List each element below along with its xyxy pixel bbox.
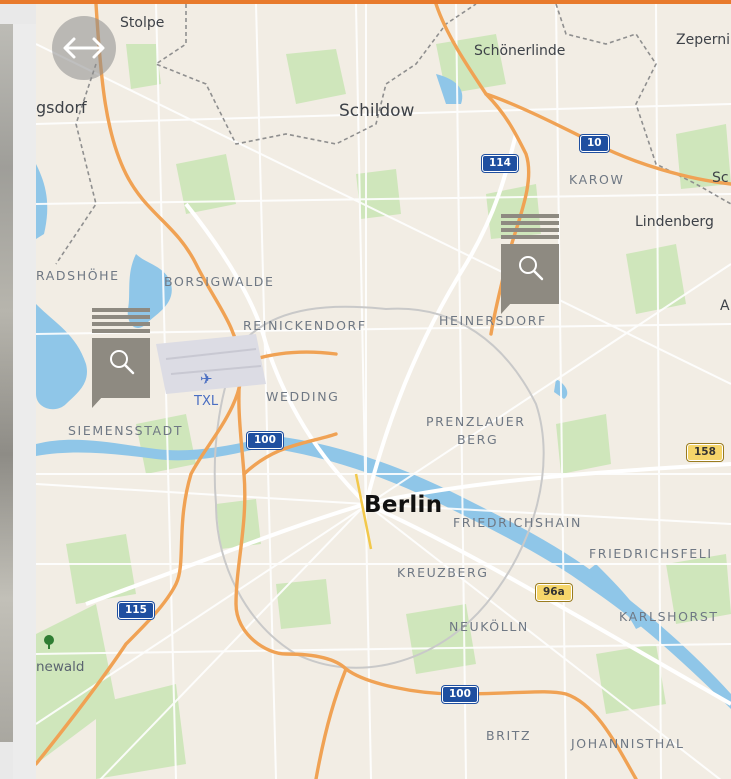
district-label-prenzlauer: PRENZLAUER (426, 414, 526, 429)
road-shield-96a: 96a (536, 584, 572, 601)
road-shield-100-south: 100 (442, 686, 478, 703)
district-label-karlshorst: KARLSHORST (619, 609, 719, 624)
road-shield-114: 114 (482, 155, 518, 172)
search-icon (519, 256, 544, 281)
district-label-siemensstadt: SIEMENSSTADT (68, 423, 184, 438)
town-label-lindenberg: Lindenberg (635, 214, 714, 230)
district-label-reinickendorf: REINICKENDORF (243, 318, 367, 333)
district-label-karow: KAROW (569, 172, 625, 187)
map-view[interactable]: Stolpe Schönerlinde Zeperni Schildow Lin… (36, 4, 731, 779)
town-label-schildow: Schildow (339, 101, 415, 121)
district-label-britz: BRITZ (486, 728, 532, 743)
marker-tail (92, 396, 114, 408)
marker-stripe (501, 221, 559, 225)
side-photo (0, 24, 13, 742)
search-marker-west[interactable] (92, 308, 150, 408)
marker-stripe (92, 315, 150, 319)
road-shield-100-north: 100 (247, 432, 283, 449)
swap-horizontal-button[interactable] (52, 16, 116, 80)
marker-stripe (92, 308, 150, 312)
city-label-berlin: Berlin (364, 492, 443, 518)
airport-label-txl: TXL (194, 394, 219, 409)
marker-stripe (92, 322, 150, 326)
search-marker-east[interactable] (501, 214, 559, 314)
town-label-sc: Sc (712, 170, 729, 186)
marker-tail (501, 302, 523, 314)
district-label-friedrichshain: FRIEDRICHSHAIN (453, 515, 582, 530)
road-shield-115: 115 (118, 602, 154, 619)
district-label-neukoelln: NEUKÖLLN (449, 619, 529, 634)
town-label-gsdorf: gsdorf (36, 98, 87, 117)
panel-divider (13, 24, 36, 779)
search-icon (110, 350, 135, 375)
district-label-borsigwalde: BORSIGWALDE (164, 274, 275, 289)
district-label-wedding: WEDDING (266, 389, 340, 404)
town-label-schoenerlinde: Schönerlinde (474, 43, 566, 59)
marker-stripe (501, 235, 559, 239)
left-panel (0, 4, 36, 779)
district-label-johannisthal: JOHANNISTHAL (571, 736, 685, 751)
marker-stripe (92, 329, 150, 333)
district-label-berg: BERG (457, 432, 499, 447)
road-shield-158: 158 (687, 444, 723, 461)
swap-horizontal-icon (63, 37, 105, 59)
town-label-stolpe: Stolpe (120, 15, 165, 31)
town-label-a: A (720, 298, 730, 314)
district-label-radshoehe: RADSHÖHE (36, 268, 120, 283)
airplane-icon: ✈ (200, 370, 213, 388)
marker-stripe (501, 214, 559, 218)
district-label-friedrichsfelde: FRIEDRICHSFELI (589, 546, 713, 561)
area-label-grunewald: newald (36, 659, 85, 675)
town-label-zeperni: Zeperni (676, 32, 730, 48)
marker-stripe (501, 228, 559, 232)
district-label-kreuzberg: KREUZBERG (397, 565, 489, 580)
road-shield-10: 10 (580, 135, 609, 152)
district-label-heinersdorf: HEINERSDORF (439, 313, 547, 328)
